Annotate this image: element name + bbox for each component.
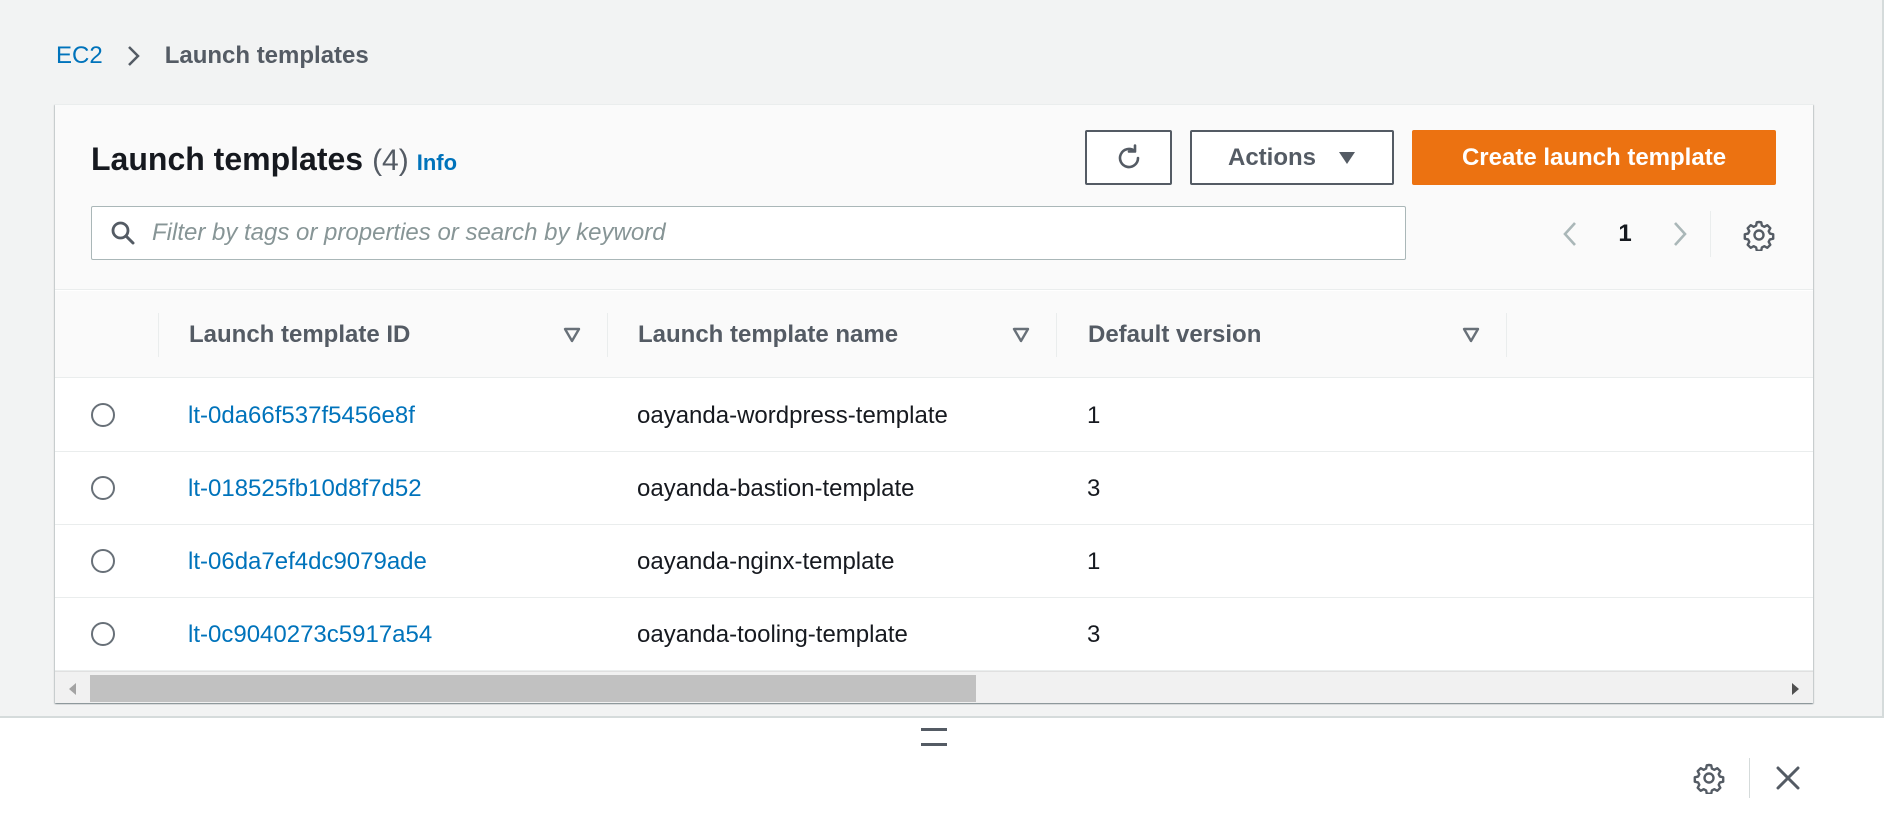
- table-row[interactable]: lt-018525fb10d8f7d52 oayanda-bastion-tem…: [55, 452, 1813, 525]
- column-separator: [1056, 313, 1057, 357]
- row-select-radio[interactable]: [91, 622, 115, 646]
- search-field[interactable]: [91, 206, 1406, 260]
- breadcrumb-link-ec2[interactable]: EC2: [56, 42, 103, 70]
- chevron-right-icon: [121, 44, 145, 68]
- table-row[interactable]: lt-0da66f537f5456e8f oayanda-wordpress-t…: [55, 379, 1813, 452]
- column-header-launch-template-id[interactable]: Launch template ID: [189, 291, 609, 378]
- refresh-icon: [1114, 143, 1144, 173]
- launch-template-id-link[interactable]: lt-0c9040273c5917a54: [188, 598, 432, 671]
- default-version: 3: [1087, 620, 1101, 648]
- page-title: Launch templates (4) Info: [91, 141, 457, 178]
- launch-template-id-link[interactable]: lt-018525fb10d8f7d52: [188, 452, 422, 525]
- search-icon: [110, 218, 140, 248]
- divider: [1749, 758, 1750, 798]
- row-select-radio[interactable]: [91, 403, 115, 427]
- column-separator: [607, 313, 608, 357]
- column-separator: [158, 313, 159, 357]
- sort-icon: [1011, 325, 1031, 345]
- gear-icon[interactable]: [1743, 219, 1775, 251]
- launch-template-name: oayanda-wordpress-template: [637, 401, 948, 429]
- launch-template-name: oayanda-tooling-template: [637, 620, 908, 648]
- actions-label: Actions: [1227, 143, 1316, 171]
- panel-header: Launch templates (4) Info Actions Create…: [55, 105, 1813, 290]
- refresh-button[interactable]: [1085, 130, 1172, 185]
- sort-icon: [562, 325, 582, 345]
- default-version: 1: [1087, 547, 1101, 575]
- scroll-right-icon[interactable]: [1787, 681, 1803, 697]
- info-link[interactable]: Info: [417, 150, 457, 176]
- default-version: 3: [1087, 474, 1101, 502]
- search-input[interactable]: [152, 219, 1405, 247]
- column-header-label: Launch template name: [638, 320, 899, 348]
- resize-handle-icon[interactable]: [921, 728, 947, 746]
- column-separator: [1506, 313, 1507, 357]
- breadcrumb: EC2 Launch templates: [56, 38, 369, 74]
- column-header-label: Launch template ID: [189, 320, 411, 348]
- sort-icon: [1461, 325, 1481, 345]
- column-header-launch-template-name[interactable]: Launch template name: [638, 291, 1058, 378]
- launch-template-id-link[interactable]: lt-0da66f537f5456e8f: [188, 379, 415, 452]
- column-header-default-version[interactable]: Default version: [1088, 291, 1508, 378]
- next-page-icon[interactable]: [1665, 219, 1695, 249]
- table-row[interactable]: lt-0c9040273c5917a54 oayanda-tooling-tem…: [55, 598, 1813, 671]
- launch-template-name: oayanda-nginx-template: [637, 547, 895, 575]
- current-page-number[interactable]: 1: [1585, 220, 1665, 248]
- gear-icon[interactable]: [1693, 762, 1725, 794]
- default-version: 1: [1087, 401, 1101, 429]
- caret-down-icon: [1338, 151, 1356, 165]
- launch-template-id-link[interactable]: lt-06da7ef4dc9079ade: [188, 525, 427, 598]
- horizontal-scrollbar[interactable]: [55, 671, 1813, 703]
- scroll-left-icon[interactable]: [65, 681, 81, 697]
- table-header: Launch template ID Launch template name …: [55, 291, 1813, 378]
- split-panel: [0, 716, 1884, 826]
- scrollbar-thumb[interactable]: [90, 675, 976, 702]
- table-row[interactable]: lt-06da7ef4dc9079ade oayanda-nginx-templ…: [55, 525, 1813, 598]
- launch-template-name: oayanda-bastion-template: [637, 474, 915, 502]
- create-launch-template-button[interactable]: Create launch template: [1412, 130, 1776, 185]
- divider: [1710, 211, 1711, 257]
- pagination: 1: [1555, 211, 1695, 257]
- launch-templates-panel: Launch templates (4) Info Actions Create…: [55, 104, 1813, 703]
- previous-page-icon[interactable]: [1555, 219, 1585, 249]
- close-icon[interactable]: [1772, 762, 1804, 794]
- column-header-label: Default version: [1088, 320, 1262, 348]
- actions-dropdown-button[interactable]: Actions: [1190, 130, 1394, 185]
- row-select-radio[interactable]: [91, 549, 115, 573]
- breadcrumb-current: Launch templates: [164, 42, 369, 69]
- row-select-radio[interactable]: [91, 476, 115, 500]
- item-count: (4): [372, 144, 409, 177]
- panel-title: Launch templates: [91, 141, 364, 177]
